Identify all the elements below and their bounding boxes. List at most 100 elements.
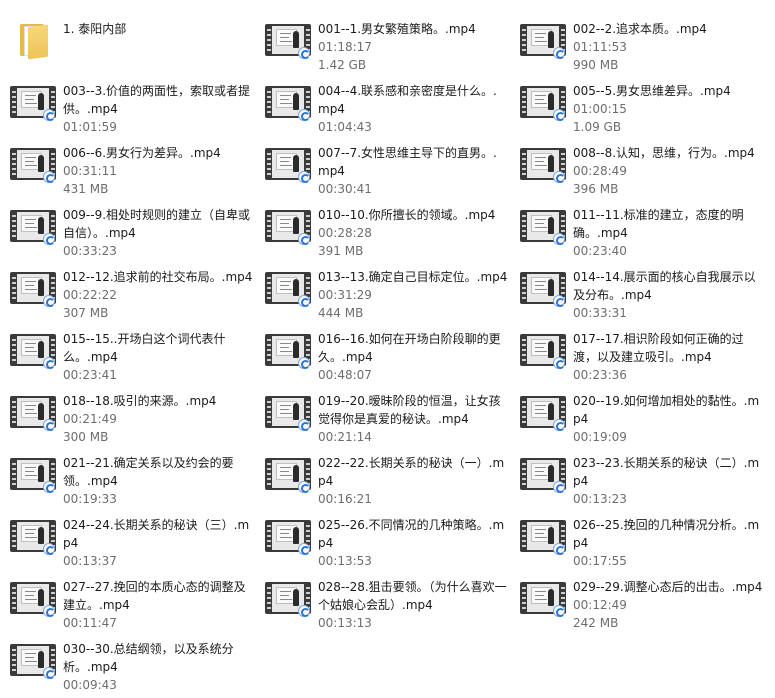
video-file-item[interactable]: 016--16.如何在开场白阶段聊的更久。.mp4 00:48:07 (255, 326, 510, 388)
video-file-item[interactable]: 010--10.你所擅长的领域。.mp4 00:28:28 391 MB (255, 202, 510, 264)
file-name: 026--25.挽回的几种情况分析。.mp4 (573, 518, 760, 550)
file-info: 008--8.认知，思维，行为。.mp4 00:28:49 396 MB (573, 144, 763, 198)
file-info: 001--1.男女繁殖策略。.mp4 01:18:17 1.42 GB (318, 20, 508, 74)
file-name: 011--11.标准的建立，态度的明确。.mp4 (573, 208, 744, 240)
video-file-item[interactable]: 021--21.确定关系以及约会的要领。.mp4 00:19:33 (0, 450, 255, 512)
video-thumbnail (10, 390, 58, 434)
file-duration: 00:13:53 (318, 554, 372, 568)
media-player-badge-icon (298, 295, 310, 307)
media-player-badge-icon (298, 109, 310, 121)
file-info: 021--21.确定关系以及约会的要领。.mp4 00:19:33 (63, 454, 253, 508)
file-info: 017--17.相识阶段如何正确的过渡，以及建立吸引。.mp4 00:23:36 (573, 330, 763, 384)
file-info: 004--4.联系感和亲密度是什么。.mp4 01:04:43 (318, 82, 508, 136)
file-duration: 00:30:41 (318, 182, 372, 196)
video-thumbnail (265, 514, 313, 558)
video-thumbnail (520, 142, 568, 186)
file-name: 007--7.女性思维主导下的直男。.mp4 (318, 146, 497, 178)
file-duration: 00:23:36 (573, 368, 627, 382)
video-thumbnail (520, 204, 568, 248)
file-name: 012--12.追求前的社交布局。.mp4 (63, 270, 253, 284)
video-file-item[interactable]: 005--5.男女思维差异。.mp4 01:00:15 1.09 GB (510, 78, 765, 140)
media-player-badge-icon (43, 295, 55, 307)
file-size: 431 MB (63, 182, 109, 196)
file-name: 022--22.长期关系的秘诀（一）.mp4 (318, 456, 505, 488)
video-thumbnail (265, 204, 313, 248)
file-name: 020--19.如何增加相处的黏性。.mp4 (573, 394, 760, 426)
file-duration: 00:21:14 (318, 430, 372, 444)
file-duration: 00:22:22 (63, 288, 117, 302)
video-file-item[interactable]: 014--14.展示面的核心自我展示以及分布。.mp4 00:33:31 (510, 264, 765, 326)
video-file-item[interactable]: 026--25.挽回的几种情况分析。.mp4 00:17:55 (510, 512, 765, 574)
folder-item[interactable]: 1. 泰阳内部 (0, 16, 255, 78)
file-duration: 00:28:49 (573, 164, 627, 178)
video-file-item[interactable]: 008--8.认知，思维，行为。.mp4 00:28:49 396 MB (510, 140, 765, 202)
media-player-badge-icon (298, 47, 310, 59)
file-duration: 00:48:07 (318, 368, 372, 382)
video-file-item[interactable]: 024--24.长期关系的秘诀（三）.mp4 00:13:37 (0, 512, 255, 574)
file-name: 008--8.认知，思维，行为。.mp4 (573, 146, 755, 160)
file-info: 012--12.追求前的社交布局。.mp4 00:22:22 307 MB (63, 268, 253, 322)
video-thumbnail (10, 576, 58, 620)
video-thumbnail (520, 576, 568, 620)
media-player-badge-icon (298, 171, 310, 183)
video-file-item[interactable]: 012--12.追求前的社交布局。.mp4 00:22:22 307 MB (0, 264, 255, 326)
video-file-item[interactable]: 002--2.追求本质。.mp4 01:11:53 990 MB (510, 16, 765, 78)
file-name: 028--28.狙击要领。（为什么喜欢一个姑娘心会乱）.mp4 (318, 580, 507, 612)
file-info: 1. 泰阳内部 (63, 20, 253, 38)
video-file-item[interactable]: 027--27.挽回的本质心态的调整及建立。.mp4 00:11:47 (0, 574, 255, 636)
video-thumbnail (10, 514, 58, 558)
file-info: 011--11.标准的建立，态度的明确。.mp4 00:23:40 (573, 206, 763, 260)
video-file-item[interactable]: 009--9.相处时规则的建立（自卑或自信）。.mp4 00:33:23 (0, 202, 255, 264)
file-name: 1. 泰阳内部 (63, 22, 127, 36)
video-thumbnail (265, 80, 313, 124)
video-file-item[interactable]: 004--4.联系感和亲密度是什么。.mp4 01:04:43 (255, 78, 510, 140)
file-name: 006--6.男女行为差异。.mp4 (63, 146, 221, 160)
video-file-item[interactable]: 003--3.价值的两面性，索取或者提供。.mp4 01:01:59 (0, 78, 255, 140)
video-file-item[interactable]: 023--23.长期关系的秘诀（二）.mp4 00:13:23 (510, 450, 765, 512)
file-duration: 01:18:17 (318, 40, 372, 54)
media-player-badge-icon (298, 543, 310, 555)
file-duration: 00:33:31 (573, 306, 627, 320)
video-file-item[interactable]: 017--17.相识阶段如何正确的过渡，以及建立吸引。.mp4 00:23:36 (510, 326, 765, 388)
file-name: 029--29.调整心态后的出击。.mp4 (573, 580, 763, 594)
video-thumbnail (10, 638, 58, 682)
video-file-item[interactable]: 015--15..开场白这个词代表什么。.mp4 00:23:41 (0, 326, 255, 388)
file-duration: 00:28:28 (318, 226, 372, 240)
file-name: 017--17.相识阶段如何正确的过渡，以及建立吸引。.mp4 (573, 332, 744, 364)
video-file-item[interactable]: 028--28.狙击要领。（为什么喜欢一个姑娘心会乱）.mp4 00:13:13 (255, 574, 510, 636)
video-file-item[interactable]: 007--7.女性思维主导下的直男。.mp4 00:30:41 (255, 140, 510, 202)
media-player-badge-icon (553, 47, 565, 59)
file-info: 026--25.挽回的几种情况分析。.mp4 00:17:55 (573, 516, 763, 570)
video-thumbnail (520, 328, 568, 372)
video-file-item[interactable]: 020--19.如何增加相处的黏性。.mp4 00:19:09 (510, 388, 765, 450)
media-player-badge-icon (43, 233, 55, 245)
video-thumbnail (520, 18, 568, 62)
file-name: 002--2.追求本质。.mp4 (573, 22, 707, 36)
video-thumbnail (520, 390, 568, 434)
video-file-item[interactable]: 011--11.标准的建立，态度的明确。.mp4 00:23:40 (510, 202, 765, 264)
video-file-item[interactable]: 001--1.男女繁殖策略。.mp4 01:18:17 1.42 GB (255, 16, 510, 78)
file-duration: 01:04:43 (318, 120, 372, 134)
media-player-badge-icon (43, 667, 55, 679)
file-duration: 00:19:33 (63, 492, 117, 506)
file-info: 016--16.如何在开场白阶段聊的更久。.mp4 00:48:07 (318, 330, 508, 384)
video-thumbnail (520, 80, 568, 124)
file-duration: 00:23:41 (63, 368, 117, 382)
video-file-item[interactable]: 018--18.吸引的来源。.mp4 00:21:49 300 MB (0, 388, 255, 450)
file-duration: 00:31:29 (318, 288, 372, 302)
file-info: 003--3.价值的两面性，索取或者提供。.mp4 01:01:59 (63, 82, 253, 136)
file-duration: 00:09:43 (63, 678, 117, 692)
video-file-item[interactable]: 019--20.暧昧阶段的恒温，让女孩觉得你是真爱的秘诀。.mp4 00:21:1… (255, 388, 510, 450)
media-player-badge-icon (553, 233, 565, 245)
video-thumbnail (265, 576, 313, 620)
video-file-item[interactable]: 025--26.不同情况的几种策略。.mp4 00:13:53 (255, 512, 510, 574)
file-info: 023--23.长期关系的秘诀（二）.mp4 00:13:23 (573, 454, 763, 508)
video-file-item[interactable]: 013--13.确定自己目标定位。.mp4 00:31:29 444 MB (255, 264, 510, 326)
video-file-item[interactable]: 006--6.男女行为差异。.mp4 00:31:11 431 MB (0, 140, 255, 202)
video-thumbnail (265, 390, 313, 434)
file-name: 027--27.挽回的本质心态的调整及建立。.mp4 (63, 580, 246, 612)
video-file-item[interactable]: 029--29.调整心态后的出击。.mp4 00:12:49 242 MB (510, 574, 765, 636)
video-thumbnail (520, 514, 568, 558)
video-file-item[interactable]: 030--30.总结纲领，以及系统分析。.mp4 00:09:43 (0, 636, 255, 698)
video-file-item[interactable]: 022--22.长期关系的秘诀（一）.mp4 00:16:21 (255, 450, 510, 512)
